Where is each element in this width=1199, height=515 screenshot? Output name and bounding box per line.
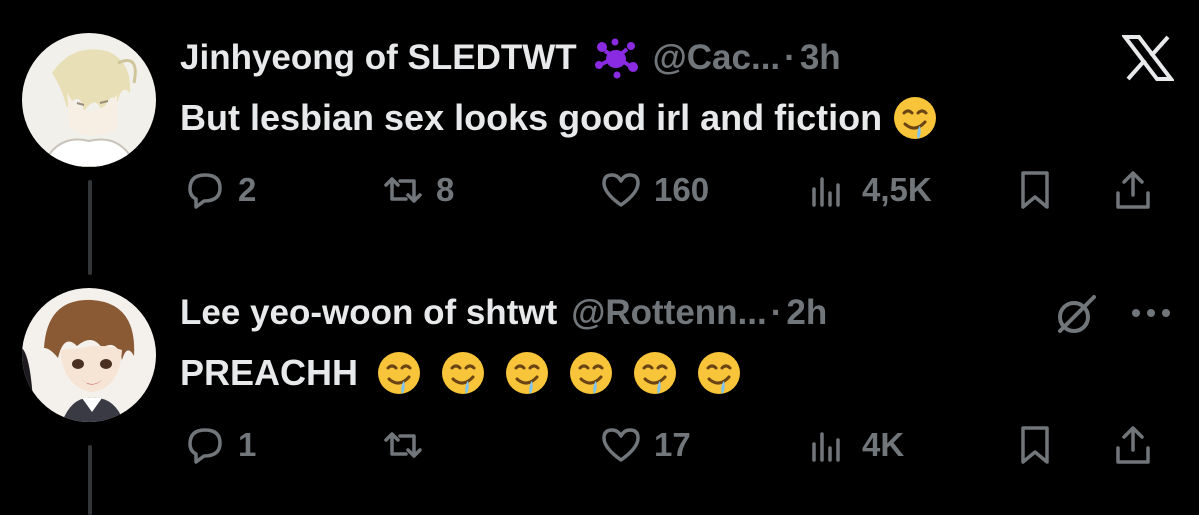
- tweet-text: PREACHH: [180, 349, 742, 397]
- separator-dot: ·: [770, 293, 783, 332]
- reply-icon: [188, 428, 222, 464]
- reply-button[interactable]: 2: [182, 165, 256, 215]
- retweet-count: 8: [436, 171, 455, 208]
- action-bar: 1 17 4K: [180, 420, 1180, 470]
- retweet-button[interactable]: [380, 420, 436, 470]
- retweet-button[interactable]: 8: [380, 165, 454, 215]
- share-icon: [1116, 171, 1150, 209]
- avatar[interactable]: [22, 288, 156, 422]
- heart-icon: [602, 428, 640, 462]
- handle[interactable]: @Rottenn...: [571, 291, 767, 335]
- tweet-text-content: PREACHH: [180, 352, 359, 393]
- retweet-icon: [384, 177, 422, 203]
- more-icon[interactable]: [1128, 305, 1174, 321]
- tweet[interactable]: Jinhyeong of SLEDTWT @Cac... · 3h But le…: [0, 0, 1199, 275]
- drooling-face-emoji: [504, 350, 550, 396]
- views-chart-icon: [812, 177, 840, 207]
- heart-icon: [602, 173, 640, 207]
- bookmark-icon: [1021, 426, 1049, 464]
- tweet[interactable]: Lee yeo-woon of shtwt @Rottenn... · 2h P…: [0, 255, 1199, 515]
- reply-button[interactable]: 1: [182, 420, 256, 470]
- x-logo-icon: [1122, 35, 1174, 81]
- grok-icon[interactable]: [1052, 291, 1100, 339]
- reply-count: 1: [238, 426, 257, 463]
- views-button[interactable]: 4,5K: [806, 165, 932, 215]
- action-bar: 2 8 160 4,5K: [180, 165, 1180, 215]
- drooling-face-emoji: [892, 95, 938, 141]
- separator-dot: ·: [784, 38, 796, 77]
- share-button[interactable]: [1110, 165, 1156, 215]
- tweet-text: But lesbian sex looks good irl and ficti…: [180, 94, 938, 142]
- timestamp[interactable]: 2h: [786, 291, 827, 335]
- retweet-icon: [384, 432, 422, 458]
- view-count: 4K: [862, 426, 905, 463]
- tweet-text-content: But lesbian sex looks good irl and ficti…: [180, 97, 883, 138]
- drooling-face-emoji: [568, 350, 614, 396]
- view-count: 4,5K: [862, 171, 932, 208]
- share-icon: [1116, 426, 1150, 464]
- tweet-header: Jinhyeong of SLEDTWT @Cac... · 3h: [180, 36, 841, 80]
- bookmark-button[interactable]: [1012, 165, 1058, 215]
- views-button[interactable]: 4K: [806, 420, 904, 470]
- share-button[interactable]: [1110, 420, 1156, 470]
- tweet-header: Lee yeo-woon of shtwt @Rottenn... · 2h: [180, 291, 827, 335]
- drooling-face-emoji: [632, 350, 678, 396]
- drooling-face-emoji: [376, 350, 422, 396]
- like-count: 17: [654, 426, 691, 463]
- handle[interactable]: @Cac...: [653, 36, 781, 80]
- drooling-face-emoji: [696, 350, 742, 396]
- thread-line: [88, 445, 92, 515]
- bookmark-icon: [1021, 171, 1049, 209]
- drooling-face-emoji: [440, 350, 486, 396]
- like-button[interactable]: 160: [598, 165, 709, 215]
- bookmark-button[interactable]: [1012, 420, 1058, 470]
- reply-count: 2: [238, 171, 257, 208]
- views-chart-icon: [812, 432, 840, 462]
- avatar[interactable]: [22, 33, 156, 167]
- like-count: 160: [654, 171, 710, 208]
- display-name[interactable]: Jinhyeong of SLEDTWT: [180, 36, 577, 80]
- reply-icon: [188, 173, 222, 209]
- timestamp[interactable]: 3h: [800, 36, 841, 80]
- purple-splat-badge-icon: [594, 38, 638, 79]
- like-button[interactable]: 17: [598, 420, 691, 470]
- display-name[interactable]: Lee yeo-woon of shtwt: [180, 291, 557, 335]
